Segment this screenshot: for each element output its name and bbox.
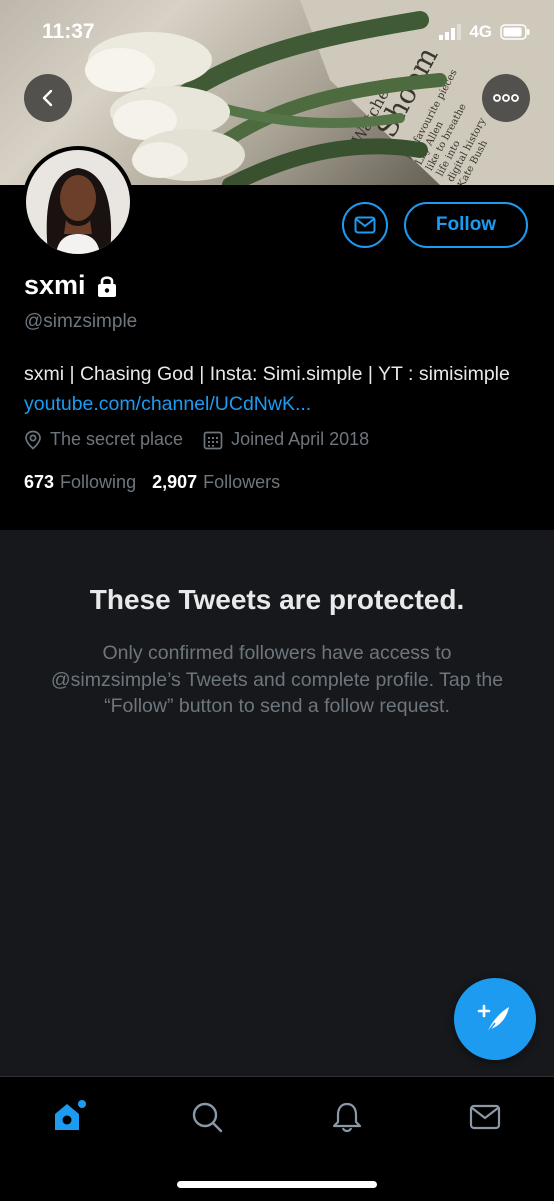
joined-item: Joined April 2018: [203, 429, 369, 450]
tab-notifications[interactable]: [327, 1097, 367, 1137]
profile-handle: @simzsimple: [24, 311, 138, 332]
followers-count: 2,907: [152, 472, 198, 492]
location-text: The secret place: [50, 429, 184, 449]
battery-icon: [500, 24, 530, 40]
avatar-image: [26, 150, 130, 254]
tab-home[interactable]: [49, 1097, 89, 1137]
more-button[interactable]: [482, 74, 530, 122]
calendar-icon: [203, 431, 223, 449]
signal-icon: [439, 24, 462, 40]
protected-title: These Tweets are protected.: [89, 584, 465, 615]
home-icon: [55, 1100, 86, 1130]
more-icon: [493, 94, 519, 102]
tab-search[interactable]: [187, 1097, 227, 1137]
network-label: 4G: [469, 22, 492, 41]
following-link[interactable]: 673 Following: [24, 472, 136, 493]
back-button[interactable]: [24, 74, 72, 122]
compose-tweet-button[interactable]: [454, 978, 536, 1060]
tab-messages[interactable]: [465, 1097, 505, 1137]
chevron-left-icon: [42, 89, 53, 107]
bell-icon: [332, 1102, 362, 1133]
profile-bio: sxmi | Chasing God | Insta: Simi.simple …: [24, 359, 534, 419]
status-indicators: 4G: [439, 22, 530, 42]
profile-name: sxmi: [24, 270, 118, 301]
search-icon: [192, 1102, 223, 1133]
avatar[interactable]: [22, 146, 134, 258]
location-pin-icon: [25, 430, 41, 450]
lock-icon: [97, 275, 116, 297]
mail-icon: [354, 216, 376, 234]
home-indicator: [177, 1181, 377, 1188]
bio-text: sxmi | Chasing God | Insta: Simi.simple …: [24, 363, 510, 385]
profile-meta: The secret place Joined April 2018: [24, 429, 389, 450]
followers-link[interactable]: 2,907 Followers: [152, 472, 280, 493]
follow-counts: 673 Following 2,907 Followers: [24, 472, 280, 493]
mail-icon: [469, 1104, 501, 1130]
display-name: sxmi: [24, 270, 86, 300]
following-label: Following: [60, 472, 137, 492]
followers-label: Followers: [203, 472, 281, 492]
compose-feather-icon: [477, 1004, 509, 1034]
following-count: 673: [24, 472, 55, 492]
status-time: 11:37: [42, 20, 95, 43]
follow-button[interactable]: Follow: [404, 202, 528, 248]
location-item: The secret place: [24, 429, 183, 450]
joined-text: Joined April 2018: [231, 429, 370, 449]
message-button[interactable]: [342, 202, 388, 248]
protected-body: Only confirmed followers have access to …: [50, 642, 504, 717]
bio-link[interactable]: youtube.com/channel/UCdNwK...: [24, 393, 311, 415]
